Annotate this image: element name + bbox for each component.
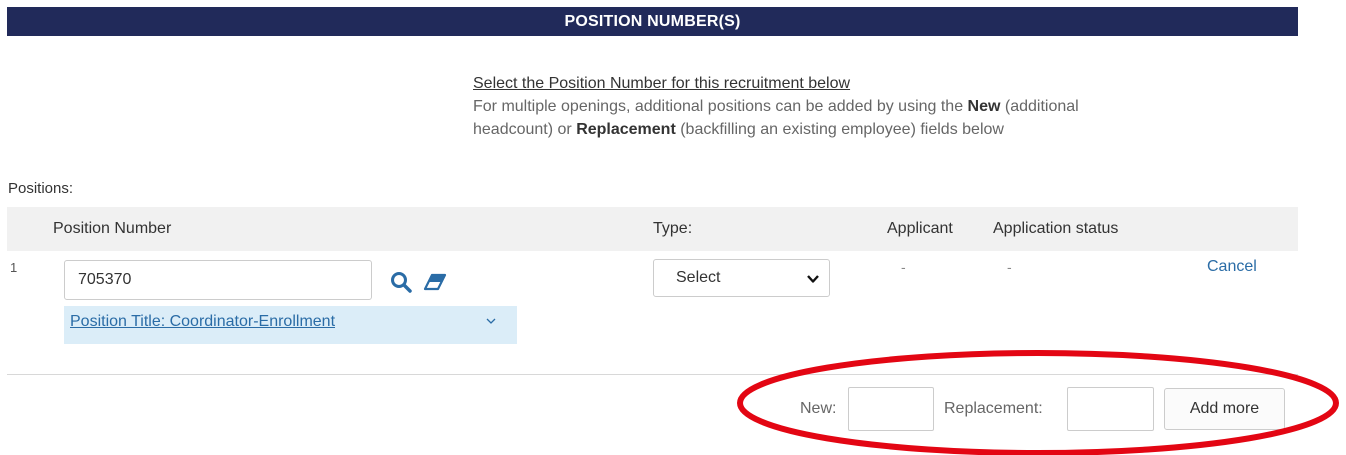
new-count-input[interactable]	[848, 387, 934, 431]
divider	[7, 374, 1298, 375]
row-index: 1	[10, 260, 18, 275]
column-type: Type:	[653, 220, 693, 237]
position-title-link[interactable]: Position Title: Coordinator-Enrollment	[70, 313, 335, 331]
instructions-line1-suffix: (additional	[1000, 98, 1079, 115]
cancel-link[interactable]: Cancel	[1207, 258, 1257, 276]
instructions-line1-prefix: For multiple openings, additional positi…	[473, 98, 968, 115]
search-icon[interactable]	[390, 271, 412, 293]
position-number-input[interactable]	[64, 260, 372, 300]
type-select[interactable]: Select	[653, 259, 830, 297]
chevron-down-icon[interactable]	[485, 315, 497, 327]
instructions-title: Select the Position Number for this recr…	[473, 75, 851, 92]
eraser-icon[interactable]	[423, 273, 447, 291]
type-select-value: Select	[676, 269, 721, 286]
application-status-value: -	[1007, 259, 1012, 275]
instructions: Select the Position Number for this recr…	[473, 72, 1273, 141]
instructions-line2-suffix: (backfilling an existing employee) field…	[675, 121, 1004, 138]
positions-label: Positions:	[8, 180, 74, 197]
positions-table-header: Position Number Type: Applicant Applicat…	[7, 207, 1298, 251]
add-more-button[interactable]: Add more	[1164, 388, 1285, 430]
instructions-new-word: New	[967, 98, 1001, 115]
position-title-bar[interactable]: Position Title: Coordinator-Enrollment	[64, 306, 517, 344]
replacement-count-input[interactable]	[1067, 387, 1154, 431]
instructions-body: For multiple openings, additional positi…	[473, 95, 1273, 141]
applicant-value: -	[901, 259, 906, 275]
section-header: POSITION NUMBER(S)	[7, 7, 1298, 36]
section-title: POSITION NUMBER(S)	[564, 12, 741, 30]
instructions-line2-prefix: headcount) or	[473, 121, 577, 138]
new-label: New:	[800, 400, 837, 417]
instructions-replacement-word: Replacement	[576, 121, 676, 138]
column-application-status: Application status	[993, 220, 1119, 237]
chevron-down-icon	[807, 275, 819, 283]
column-applicant: Applicant	[887, 220, 953, 237]
replacement-label: Replacement:	[944, 400, 1043, 417]
column-position-number: Position Number	[53, 220, 172, 237]
